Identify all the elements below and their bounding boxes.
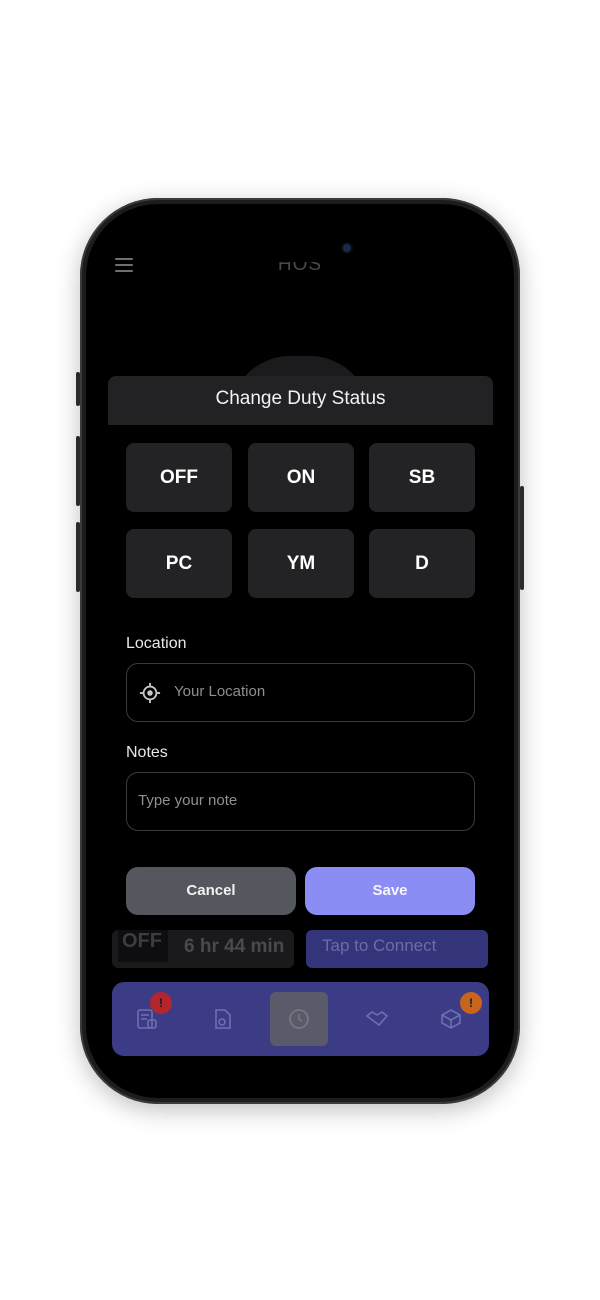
box-icon (441, 1009, 461, 1029)
save-button[interactable]: Save (305, 867, 475, 915)
bottom-nav: ! ! (112, 982, 489, 1056)
status-button-on[interactable]: ON (248, 443, 354, 512)
logs-alert-badge: ! (150, 992, 172, 1014)
location-field[interactable]: Your Location (126, 663, 475, 722)
volume-up-button (76, 436, 80, 506)
document-icon (215, 1009, 231, 1029)
clock-icon (289, 1009, 309, 1029)
power-button (520, 486, 524, 590)
nav-item-cargo[interactable]: ! (422, 992, 482, 1046)
status-button-d[interactable]: D (369, 529, 475, 598)
status-button-off[interactable]: OFF (126, 443, 232, 512)
cancel-button[interactable]: Cancel (126, 867, 296, 915)
status-button-pc[interactable]: PC (126, 529, 232, 598)
notes-field[interactable]: Type your note (126, 772, 475, 831)
nav-item-handshake[interactable] (348, 992, 406, 1046)
silent-switch (76, 372, 80, 406)
location-label: Location (126, 635, 187, 652)
nav-item-logs[interactable]: ! (118, 992, 176, 1046)
app-title: HOS (277, 254, 323, 275)
status-button-ym[interactable]: YM (248, 529, 354, 598)
status-button-sb[interactable]: SB (369, 443, 475, 512)
crosshair-location-icon[interactable] (139, 682, 161, 704)
notes-placeholder: Type your note (138, 792, 238, 809)
tap-to-connect-button[interactable]: Tap to Connect (306, 930, 488, 968)
current-status-label: OFF (118, 930, 168, 962)
nav-item-hos[interactable] (270, 992, 328, 1046)
location-placeholder: Your Location (174, 683, 266, 700)
volume-down-button (76, 522, 80, 592)
notes-label: Notes (126, 744, 168, 761)
handshake-icon (365, 1011, 389, 1027)
front-camera (343, 244, 351, 252)
modal-title: Change Duty Status (215, 388, 386, 409)
current-status-card: OFF 6 hr 44 min (112, 930, 294, 968)
phone-screen: HOS Change Duty Status OFF ON SB PC YM D… (86, 204, 514, 1098)
remaining-time: 6 hr 44 min (184, 936, 285, 957)
cargo-alert-badge: ! (460, 992, 482, 1014)
modal-header: Change Duty Status (108, 376, 493, 425)
nav-item-documents[interactable] (194, 992, 252, 1046)
